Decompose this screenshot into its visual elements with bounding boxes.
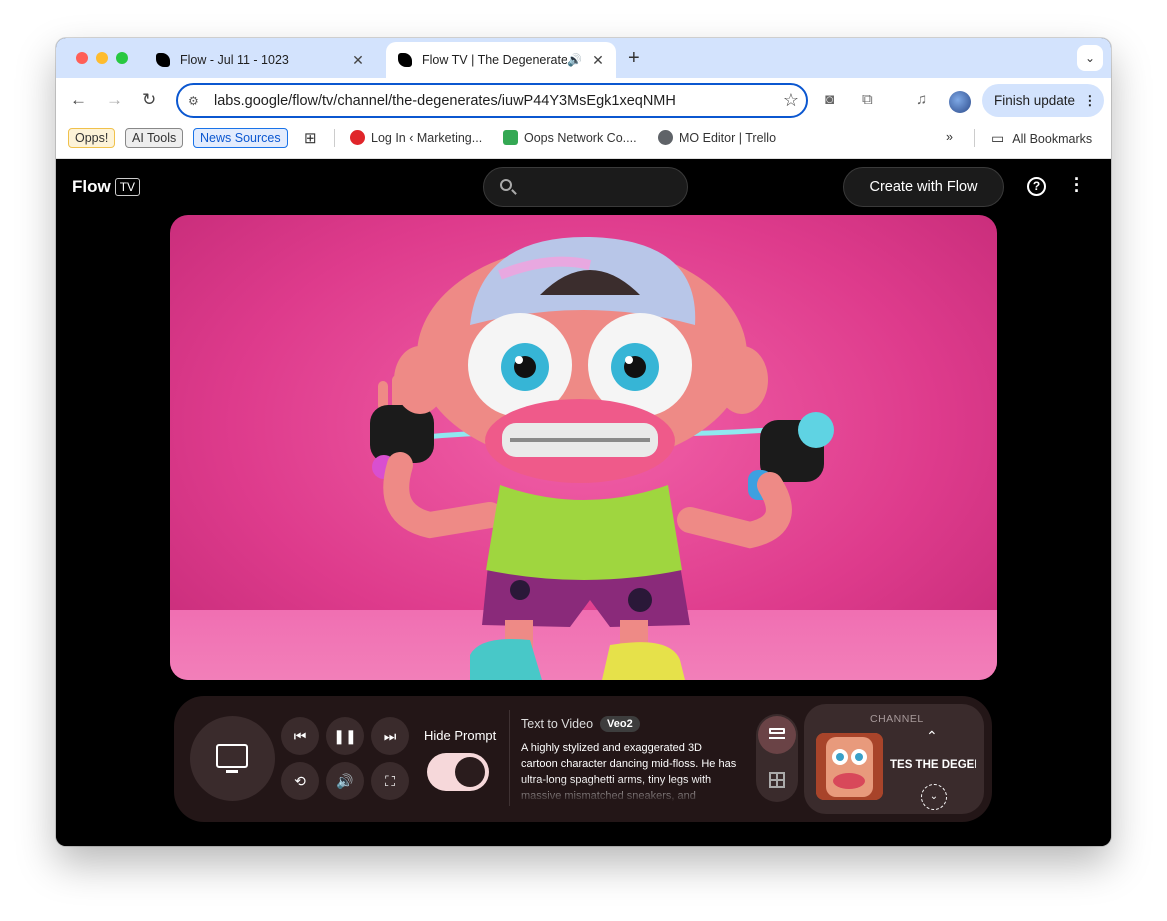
volume-button[interactable]: 🔊: [326, 762, 364, 800]
marketing-favicon-icon: [350, 130, 365, 145]
channel-name: TES THE DEGENERATES: [890, 759, 976, 771]
search-input[interactable]: [524, 176, 674, 200]
controls-divider: [509, 710, 510, 806]
single-view-icon: [769, 728, 785, 734]
zoom-window-button[interactable]: [116, 52, 128, 64]
tab-flow-tv[interactable]: Flow TV | The Degenerates 🔊 ✕: [386, 42, 616, 78]
bookmark-separator: [334, 129, 335, 147]
globe-icon: [658, 130, 673, 145]
finish-update-label: Finish update: [994, 93, 1076, 108]
bookmark-opps[interactable]: Opps!: [68, 128, 116, 148]
more-vert-icon: ⋮: [1083, 92, 1097, 108]
bookmark-mo-editor[interactable]: MO Editor | Trello: [658, 130, 776, 145]
tab-flow-jul[interactable]: Flow - Jul 11 - 1023 ✕: [144, 42, 376, 78]
browser-toolbar: ← → ↻ ⚙ labs.google/flow/tv/channel/the-…: [56, 78, 1111, 124]
cartoon-character-video-frame: [370, 236, 834, 680]
tab-strip: Flow - Jul 11 - 1023 ✕ Flow TV | The Deg…: [56, 38, 1111, 78]
toggle-knob: [455, 757, 485, 787]
model-badge: Veo2: [600, 716, 640, 732]
loop-button[interactable]: ⟲: [281, 762, 319, 800]
bookmark-separator: [974, 129, 975, 147]
video-player[interactable]: [170, 215, 997, 680]
bookmark-oops-network[interactable]: Oops Network Co....: [503, 130, 637, 145]
new-tab-button[interactable]: +: [628, 47, 640, 70]
close-tab-icon[interactable]: ✕: [348, 52, 368, 69]
next-button[interactable]: ⏭: [371, 717, 409, 755]
apps-grid-icon[interactable]: ⊞: [304, 129, 317, 147]
help-icon[interactable]: ?: [1027, 177, 1046, 196]
logo-badge: TV: [114, 178, 141, 196]
prompt-type-label: Text to Video: [521, 717, 594, 731]
logo-text: Flow: [72, 177, 111, 196]
previous-button[interactable]: ⏮: [281, 717, 319, 755]
single-view-button[interactable]: [758, 716, 796, 754]
pause-button[interactable]: ❚❚: [326, 717, 364, 755]
more-options-icon[interactable]: · · ·: [1074, 170, 1080, 200]
browser-window: Flow - Jul 11 - 1023 ✕ Flow TV | The Deg…: [56, 38, 1111, 846]
forward-button[interactable]: →: [106, 90, 123, 110]
bookmark-label: MO Editor | Trello: [679, 130, 777, 145]
camera-icon[interactable]: ◙: [825, 91, 834, 108]
prompt-header: Text to Video Veo2: [521, 716, 640, 732]
playback-controls: ⏮ ❚❚ ⏭ ⟲ 🔊 ⛶ Hide Prompt Text to Video V…: [174, 696, 992, 822]
prompt-text: A highly stylized and exaggerated 3D car…: [521, 742, 737, 802]
back-button[interactable]: ←: [70, 90, 87, 110]
tv-mode-button[interactable]: [190, 716, 275, 801]
create-with-flow-button[interactable]: Create with Flow: [843, 167, 1004, 207]
url-text: labs.google/flow/tv/channel/the-degenera…: [214, 92, 676, 109]
address-bar[interactable]: ⚙ labs.google/flow/tv/channel/the-degene…: [176, 83, 808, 118]
all-bookmarks-button[interactable]: ▭ All Bookmarks: [991, 130, 1092, 147]
calendar-favicon-icon: [503, 130, 518, 145]
bookmark-news-sources[interactable]: News Sources: [193, 128, 288, 148]
close-window-button[interactable]: [76, 52, 88, 64]
more-bookmarks-icon[interactable]: »: [946, 130, 953, 144]
folder-icon: ▭: [991, 130, 1005, 146]
tv-icon-stand: [226, 770, 238, 773]
finish-update-button[interactable]: Finish update ⋮: [982, 84, 1104, 117]
extensions-icon[interactable]: ⧉: [862, 91, 873, 108]
close-tab-icon[interactable]: ✕: [588, 52, 608, 69]
bookmarks-bar: Opps! AI Tools News Sources ⊞ Log In ‹ M…: [56, 124, 1111, 159]
hide-prompt-toggle[interactable]: [427, 753, 489, 791]
media-controls-icon[interactable]: ♫: [916, 91, 927, 108]
single-view-icon-bar: [769, 737, 785, 739]
audio-playing-icon[interactable]: 🔊: [567, 53, 582, 67]
fullscreen-button[interactable]: ⛶: [371, 762, 409, 800]
minimize-window-button[interactable]: [96, 52, 108, 64]
profile-avatar[interactable]: [949, 91, 971, 113]
bookmark-label: Oops Network Co....: [524, 130, 637, 145]
tv-icon: [216, 744, 248, 768]
channel-selector: CHANNEL ⌃ TES THE DEGENERATES ⌄: [804, 704, 984, 814]
all-bookmarks-label: All Bookmarks: [1012, 131, 1093, 146]
tab-search-button[interactable]: ⌄: [1077, 45, 1103, 71]
flow-favicon-icon: [156, 53, 170, 67]
bookmark-label: Log In ‹ Marketing...: [371, 130, 483, 145]
flow-favicon-icon: [398, 53, 412, 67]
channel-up-icon[interactable]: ⌃: [926, 728, 938, 745]
grid-view-icon[interactable]: [769, 772, 785, 788]
tab-title: Flow - Jul 11 - 1023: [180, 53, 289, 67]
search-icon: [500, 179, 512, 191]
channel-down-icon[interactable]: ⌄: [921, 784, 947, 810]
channel-thumbnail-image: [816, 733, 883, 800]
search-box[interactable]: [483, 167, 688, 207]
tab-title: Flow TV | The Degenerates: [422, 53, 568, 67]
flow-tv-page: Flow TV Create with Flow ? · · · ⏮ ❚❚ ⏭ …: [56, 159, 1111, 846]
reload-button[interactable]: ↻: [142, 90, 156, 110]
flow-tv-logo[interactable]: Flow TV: [72, 177, 141, 197]
channel-label: CHANNEL: [870, 713, 924, 725]
layout-switcher: [756, 714, 798, 802]
hide-prompt-label: Hide Prompt: [424, 728, 497, 743]
channel-thumbnail[interactable]: [816, 733, 883, 800]
bookmark-star-icon[interactable]: ☆: [776, 90, 806, 111]
site-settings-icon[interactable]: ⚙: [188, 94, 204, 108]
bookmark-log-in[interactable]: Log In ‹ Marketing...: [350, 130, 482, 145]
bookmark-ai-tools[interactable]: AI Tools: [125, 128, 184, 148]
